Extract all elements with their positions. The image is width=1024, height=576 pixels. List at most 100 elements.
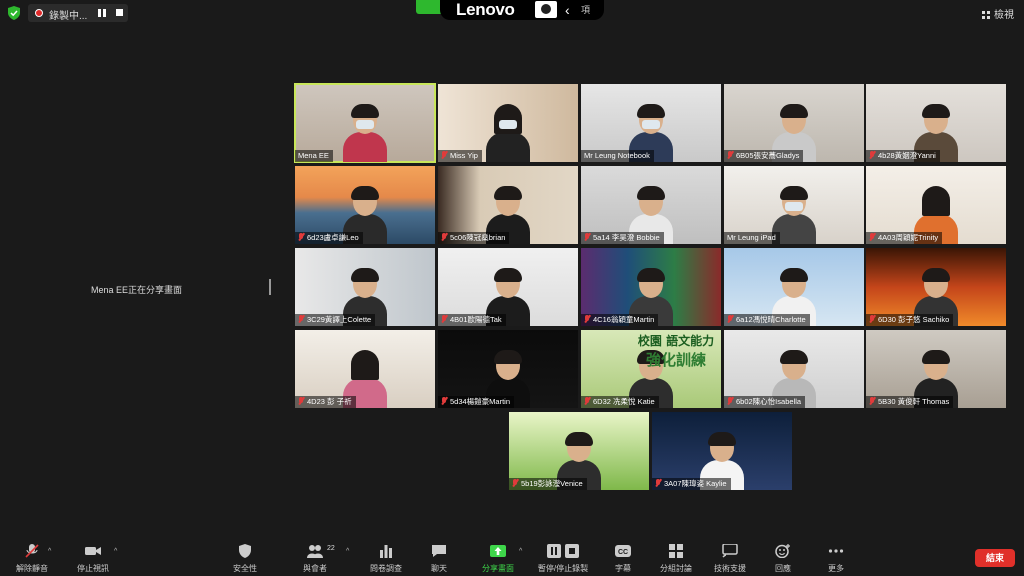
end-meeting-button[interactable]: 結束: [975, 549, 1015, 567]
muted-mic-icon: [584, 233, 590, 241]
participant-tile[interactable]: 4B01歐陽德Tak: [438, 248, 578, 326]
shield-icon: [239, 544, 251, 558]
participant-name-bar: 6D32 冼柔悅 Katie: [581, 396, 659, 408]
participant-name: 4A03周穎妮Trinity: [878, 233, 939, 242]
participant-name: 4D23 彭 子祈: [307, 397, 352, 406]
unmute-button[interactable]: 解除靜音: [2, 536, 62, 576]
share-screen-icon: [490, 545, 506, 557]
participant-tile[interactable]: Mena EE: [294, 83, 436, 163]
chat-button[interactable]: 聊天: [409, 536, 469, 576]
participants-button[interactable]: 與會者: [285, 536, 345, 576]
recording-label: 錄製中...: [49, 11, 88, 22]
participant-tile[interactable]: 3C29黃譯上Colette: [295, 248, 435, 326]
participant-name: 4B01歐陽德Tak: [450, 315, 502, 324]
more-dots-icon: [828, 549, 844, 553]
security-shield-icon[interactable]: [8, 6, 20, 20]
participant-name-bar: 4D23 彭 子祈: [295, 396, 356, 408]
panel-resize-handle[interactable]: [269, 279, 271, 295]
captions-label: 字幕: [615, 564, 631, 573]
polls-button[interactable]: 問卷調查: [356, 536, 416, 576]
share-screen-label: 分享畫面: [482, 564, 514, 573]
view-button[interactable]: 檢視: [982, 6, 1014, 21]
muted-mic-icon: [441, 233, 447, 241]
closed-captions-icon: CC: [615, 545, 631, 557]
chat-label: 聊天: [431, 564, 447, 573]
participant-tile[interactable]: 6b02陳心怡Isabella: [724, 330, 864, 408]
participant-tile[interactable]: Mr Leung Notebook: [581, 84, 721, 162]
record-dot-icon: [35, 9, 43, 17]
participant-tile[interactable]: 5B30 黃俊軒 Thomas: [866, 330, 1006, 408]
participant-tile[interactable]: 4D23 彭 子祈: [295, 330, 435, 408]
participant-tile[interactable]: 6d23盧卓謙Leo: [295, 166, 435, 244]
record-control-button[interactable]: 暫停/停止錄製: [533, 536, 593, 576]
pause-stop-record-icon: [547, 544, 579, 558]
participant-tile[interactable]: 5d34楊鎧豪Martin: [438, 330, 578, 408]
participant-tile[interactable]: 6B05張安蕎Gladys: [724, 84, 864, 162]
stop-video-button[interactable]: 停止視訊: [63, 536, 123, 576]
muted-mic-icon: [869, 397, 875, 405]
muted-mic-icon: [584, 397, 590, 405]
camera-icon[interactable]: [535, 1, 557, 18]
muted-mic-icon: [869, 315, 875, 323]
video-options-caret-icon[interactable]: ^: [114, 548, 117, 555]
top-bar: 錄製中... Lenovo ‹ 項 檢視: [0, 0, 1024, 26]
participant-name-bar: 6d23盧卓謙Leo: [295, 232, 363, 244]
banner-line-1: 校園 語文能力: [637, 334, 715, 348]
muted-mic-icon: [25, 544, 39, 558]
tech-support-button[interactable]: 技術支援: [700, 536, 760, 576]
participant-tile[interactable]: 4A03周穎妮Trinity: [866, 166, 1006, 244]
participant-tile[interactable]: 6a12馮悅晴Charlotte: [724, 248, 864, 326]
audio-options-caret-icon[interactable]: ^: [48, 548, 51, 555]
pause-recording-icon[interactable]: [98, 9, 106, 17]
participant-tile[interactable]: 4b28黃姻澄Yanni: [866, 84, 1006, 162]
breakout-rooms-button[interactable]: 分組討論: [646, 536, 706, 576]
participant-name: Mena EE: [298, 151, 329, 160]
security-button[interactable]: 安全性: [215, 536, 275, 576]
record-control-label: 暫停/停止錄製: [537, 564, 589, 573]
muted-mic-icon: [584, 315, 590, 323]
participant-tile[interactable]: 4C16翁穎童Martin: [581, 248, 721, 326]
participant-tile[interactable]: 5b19彭詠瀅Venice: [509, 412, 649, 490]
participant-tile[interactable]: 5a14 李昊澄 Bobbie: [581, 166, 721, 244]
more-button[interactable]: 更多: [806, 536, 866, 576]
share-screen-button[interactable]: 分享畫面: [468, 536, 528, 576]
view-options-label[interactable]: 項: [581, 3, 590, 16]
muted-mic-icon: [727, 315, 733, 323]
participant-name-bar: Mr Leung Notebook: [581, 150, 654, 162]
muted-mic-icon: [298, 397, 304, 405]
chevron-left-icon[interactable]: ‹: [565, 2, 570, 18]
participant-name-bar: 4b28黃姻澄Yanni: [866, 150, 940, 162]
participant-name: 4C16翁穎童Martin: [593, 315, 655, 324]
reactions-button[interactable]: 回應: [753, 536, 813, 576]
participants-caret-icon[interactable]: ^: [346, 548, 349, 555]
participant-name-bar: 6D30 彭子悠 Sachiko: [866, 314, 954, 326]
participants-count: 22: [327, 545, 335, 552]
screen-share-notice: Mena EE正在分享畫面: [91, 285, 183, 295]
breakout-rooms-icon: [669, 544, 683, 558]
tech-support-label: 技術支援: [714, 564, 746, 573]
smiley-plus-icon: [775, 544, 790, 558]
participant-tile[interactable]: 校園 語文能力 強化訓練 6D32 冼柔悅 Katie: [581, 330, 721, 408]
participant-name-bar: 5B30 黃俊軒 Thomas: [866, 396, 954, 408]
captions-button[interactable]: CC 字幕: [593, 536, 653, 576]
participant-name: 6a12馮悅晴Charlotte: [736, 315, 806, 324]
participant-name-bar: Mr Leung iPad: [724, 232, 780, 244]
participant-tile[interactable]: Mr Leung iPad: [724, 166, 864, 244]
participant-tile[interactable]: Miss Yip: [438, 84, 578, 162]
muted-mic-icon: [512, 479, 518, 487]
participant-video: [343, 104, 387, 162]
participant-name-bar: 6b02陳心怡Isabella: [724, 396, 806, 408]
stop-recording-icon[interactable]: [116, 9, 123, 16]
participant-name-bar: 6a12馮悅晴Charlotte: [724, 314, 810, 326]
participant-tile[interactable]: 6D30 彭子悠 Sachiko: [866, 248, 1006, 326]
muted-mic-icon: [298, 315, 304, 323]
participant-tile[interactable]: 3A07陳瑋姿 Kaylie: [652, 412, 792, 490]
participant-tile[interactable]: 5c06陳冠燊brian: [438, 166, 578, 244]
participant-name-bar: 4B01歐陽德Tak: [438, 314, 506, 326]
muted-mic-icon: [441, 151, 447, 159]
video-camera-icon: [85, 547, 101, 555]
participant-name-bar: 5d34楊鎧豪Martin: [438, 396, 515, 408]
breakout-rooms-label: 分組討論: [660, 564, 692, 573]
share-options-caret-icon[interactable]: ^: [519, 548, 522, 555]
participant-name-bar: 3A07陳瑋姿 Kaylie: [652, 478, 731, 490]
